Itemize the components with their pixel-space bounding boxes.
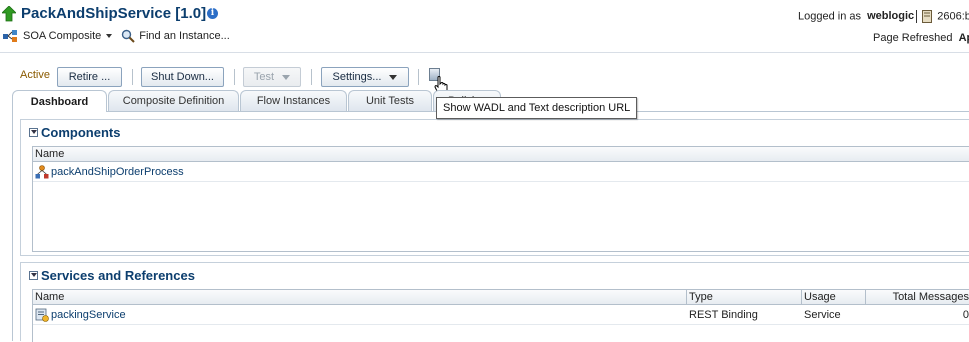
toolbar-separator bbox=[234, 69, 235, 85]
component-link[interactable]: packAndShipOrderProcess bbox=[51, 166, 184, 178]
host-name: 2606:b bbox=[937, 10, 969, 23]
components-panel: Components Name packAndShipOrderProcess bbox=[20, 119, 969, 256]
page-refreshed: Page Refreshed Ap bbox=[873, 32, 969, 44]
service-type-cell: REST Binding bbox=[689, 309, 758, 321]
services-header[interactable]: Services and References bbox=[29, 267, 195, 283]
tab-composite-definition[interactable]: Composite Definition bbox=[108, 90, 239, 111]
chevron-down-icon[interactable] bbox=[106, 34, 113, 38]
logged-in-label: Logged in as bbox=[798, 10, 861, 23]
page-header: PackAndShipService [1.0] i SOA Composite… bbox=[0, 0, 969, 52]
wadl-tooltip: Show WADL and Text description URL bbox=[436, 97, 638, 119]
composite-state: Active bbox=[20, 69, 50, 81]
username[interactable]: weblogic bbox=[867, 10, 914, 22]
find-instance-link[interactable]: Find an Instance... bbox=[139, 30, 230, 42]
services-panel: Services and References Name Type Usage … bbox=[20, 262, 969, 342]
up-arrow-icon[interactable] bbox=[2, 6, 16, 22]
column-header-type[interactable]: Type bbox=[687, 290, 802, 305]
service-usage-cell: Service bbox=[804, 309, 841, 321]
refreshed-label: Page Refreshed bbox=[873, 32, 953, 44]
bpel-process-icon bbox=[35, 165, 49, 179]
page-title: PackAndShipService [1.0] bbox=[21, 5, 207, 22]
test-button[interactable]: Test bbox=[243, 67, 301, 87]
chevron-down-icon bbox=[389, 74, 398, 80]
table-header: Name bbox=[33, 147, 969, 162]
tab-flow-instances[interactable]: Flow Instances bbox=[240, 90, 347, 111]
search-icon[interactable] bbox=[121, 29, 135, 43]
components-header[interactable]: Components bbox=[29, 124, 120, 140]
tab-unit-tests[interactable]: Unit Tests bbox=[348, 90, 432, 111]
toolbar-separator bbox=[311, 69, 312, 85]
chevron-down-icon bbox=[282, 74, 291, 80]
component-cell: packAndShipOrderProcess bbox=[35, 163, 184, 182]
collapse-icon[interactable] bbox=[29, 270, 38, 280]
rest-service-icon bbox=[35, 308, 49, 322]
components-title: Components bbox=[41, 124, 121, 140]
services-title: Services and References bbox=[41, 267, 195, 283]
test-label: Test bbox=[253, 71, 275, 83]
soa-composite-icon bbox=[3, 30, 17, 42]
settings-button[interactable]: Settings... bbox=[321, 67, 409, 87]
service-name-cell: packingService bbox=[35, 306, 126, 325]
service-total-cell: 0 bbox=[962, 309, 969, 321]
components-table: Name packAndShipOrderProcess bbox=[32, 146, 969, 252]
info-icon[interactable]: i bbox=[207, 8, 218, 19]
table-row[interactable]: packAndShipOrderProcess bbox=[33, 163, 969, 182]
services-table: Name Type Usage Total Messages packingSe… bbox=[32, 289, 969, 342]
column-header-name[interactable]: Name bbox=[33, 290, 687, 305]
settings-label: Settings... bbox=[332, 71, 382, 83]
retire-button[interactable]: Retire ... bbox=[57, 67, 122, 87]
column-header-usage[interactable]: Usage bbox=[802, 290, 866, 305]
composite-toolbar: Active Retire ... Shut Down... Test Sett… bbox=[0, 52, 969, 94]
collapse-icon[interactable] bbox=[29, 127, 38, 137]
soa-composite-menu[interactable]: SOA Composite bbox=[23, 30, 101, 42]
service-link[interactable]: packingService bbox=[51, 309, 126, 321]
table-header: Name Type Usage Total Messages bbox=[33, 290, 969, 305]
table-row[interactable]: packingService REST Binding Service 0 bbox=[33, 306, 969, 325]
shutdown-button[interactable]: Shut Down... bbox=[141, 67, 224, 87]
tab-dashboard[interactable]: Dashboard bbox=[12, 90, 107, 112]
server-icon bbox=[922, 10, 933, 23]
separator bbox=[916, 10, 918, 23]
column-header-name[interactable]: Name bbox=[33, 147, 969, 162]
content-border bbox=[12, 112, 13, 341]
toolbar-separator bbox=[418, 69, 419, 85]
refreshed-value: Ap bbox=[958, 32, 969, 44]
column-header-total-messages[interactable]: Total Messages bbox=[866, 290, 969, 305]
toolbar-separator bbox=[132, 69, 133, 85]
login-info: Logged in as weblogic 2606:b bbox=[798, 10, 969, 23]
context-menu-bar: SOA Composite Find an Instance... bbox=[3, 28, 230, 44]
